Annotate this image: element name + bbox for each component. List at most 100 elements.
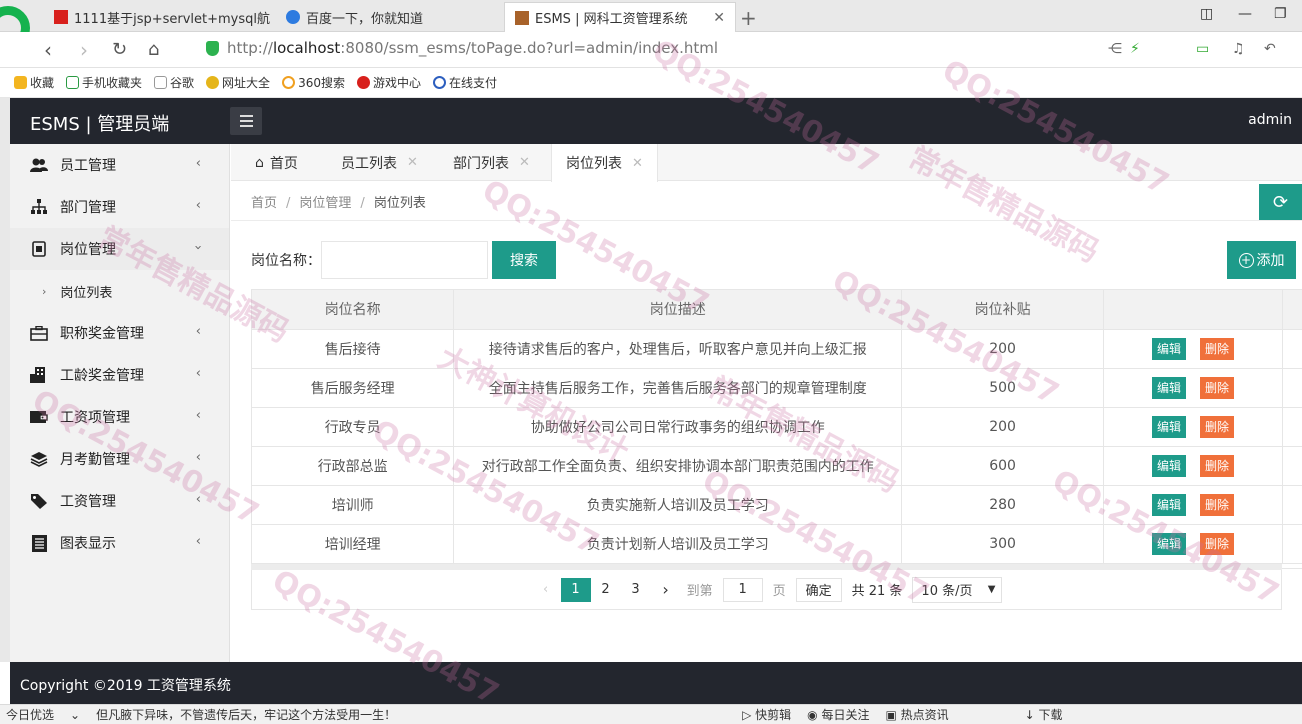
edit-button[interactable]: 编辑 [1152,493,1187,516]
close-tab-icon[interactable]: ✕ [703,10,725,26]
current-user[interactable]: admin [1248,112,1292,128]
forward-icon[interactable]: › [80,38,88,62]
cell-position-description: 对行政部工作全面负责、组织安排协调本部门职责范围内的工作 [453,446,903,486]
sidebar: 员工管理 ‹ 部门管理 ‹ 岗位管理 ‹ › 岗位列表 职称奖金管理 ‹ 工龄奖… [10,144,230,662]
chevron-left-icon: ‹ [195,198,201,213]
edit-button[interactable]: 编辑 [1152,532,1187,555]
chevron-right-icon: › [42,284,47,298]
status-news[interactable]: 但凡腋下异味，不管遗传后天，牢记这个方法受用一生！ [96,706,396,723]
bookmark-hao[interactable]: 网址大全 [206,74,270,91]
status-clip[interactable]: ▷ 快剪辑 [742,706,791,723]
new-tab-button[interactable]: + [740,6,757,30]
bookmark-360[interactable]: 360搜索 [282,74,345,91]
refresh-button[interactable]: ⟳ [1259,184,1302,220]
delete-button[interactable]: 删除 [1200,532,1235,555]
baidu-icon [286,10,300,24]
delete-button[interactable]: 删除 [1200,493,1235,516]
undo-icon[interactable]: ↶ [1264,41,1276,57]
battery-icon[interactable]: ▭ [1196,41,1209,57]
close-icon[interactable]: ✕ [632,156,643,171]
position-name-input[interactable] [321,241,488,279]
status-recommend[interactable]: 今日优选 [6,706,54,723]
goto-confirm-button[interactable]: 确定 [795,577,842,602]
page-button-1[interactable]: 1 [560,577,591,602]
browser-tab-1[interactable]: 1111基于jsp+servlet+mysql航 [44,2,272,32]
browser-tab-title: 百度一下，你就知道 [306,11,424,27]
cell-filler [1282,407,1302,447]
edit-button[interactable]: 编辑 [1152,376,1187,399]
sidebar-item-attendance[interactable]: 月考勤管理 ‹ [10,438,229,480]
status-hot[interactable]: ▣ 热点资讯 [885,706,948,723]
share-icon[interactable]: ⋲ [1108,41,1122,57]
sidebar-item-department[interactable]: 部门管理 ‹ [10,186,229,228]
maximize-button[interactable]: ❐ [1274,6,1287,22]
edit-button[interactable]: 编辑 [1152,337,1187,360]
star-icon [14,76,27,89]
sidebar-item-position[interactable]: 岗位管理 ‹ [10,228,229,270]
tab-department-list[interactable]: 部门列表 ✕ [439,144,544,181]
cell-position-description: 负责计划新人培训及员工学习 [453,524,903,564]
delete-button[interactable]: 删除 [1200,337,1235,360]
sidebar-item-salary[interactable]: 工资管理 ‹ [10,480,229,522]
sidebar-item-label: 岗位管理 [60,242,116,258]
reload-icon[interactable]: ↻ [112,39,127,60]
lightning-icon[interactable]: ⚡ [1130,41,1140,57]
delete-button[interactable]: 删除 [1200,415,1235,438]
app-footer: Copyright ©2019 工资管理系统 [10,662,1302,704]
bookmark-favorites[interactable]: 收藏 [14,74,54,91]
minimize-button[interactable]: — [1238,6,1252,22]
page-size-select[interactable]: 10 条/页 ▼ [912,576,1003,603]
breadcrumb-home[interactable]: 首页 [251,196,277,211]
headphones-icon[interactable]: ♫ [1232,41,1245,57]
edit-button[interactable]: 编辑 [1152,454,1187,477]
prev-page-icon[interactable]: ‹ [531,578,561,602]
status-daily[interactable]: ◉ 每日关注 [807,706,869,723]
search-button[interactable]: 搜索 [492,241,556,279]
close-icon[interactable]: ✕ [407,155,418,170]
menu-toggle-icon[interactable] [230,107,262,135]
cell-position-name: 售后服务经理 [252,368,455,408]
cell-filler [1282,368,1302,408]
edit-button[interactable]: 编辑 [1152,415,1187,438]
sidebar-item-salary-items[interactable]: 工资项管理 ‹ [10,396,229,438]
close-icon[interactable]: ✕ [519,155,530,170]
browser-tab-2[interactable]: 百度一下，你就知道 [276,2,504,32]
tab-home[interactable]: ⌂ 首页 [241,144,312,181]
page-size-value: 10 条/页 [921,584,973,599]
cell-actions: 编辑 删除 [1103,485,1283,525]
tab-employee-list[interactable]: 员工列表 ✕ [327,144,432,181]
table-row: 行政部总监 对行政部工作全面负责、组织安排协调本部门职责范围内的工作 600 编辑 删除 [252,446,1302,486]
delete-button[interactable]: 删除 [1200,454,1235,477]
goto-page-input[interactable]: 1 [722,577,763,602]
page-button-3[interactable]: 3 [621,578,651,602]
status-download[interactable]: ↓ 下载 [1025,706,1063,723]
breadcrumb-parent[interactable]: 岗位管理 [299,196,351,211]
back-icon[interactable]: ‹ [44,38,52,62]
sidebar-item-charts[interactable]: 图表显示 ‹ [10,522,229,564]
add-button[interactable]: + 添加 [1227,241,1296,279]
next-page-icon[interactable]: › [651,578,681,602]
url-field[interactable]: http://localhost:8080/ssm_esms/toPage.do… [206,39,718,57]
position-table: 岗位名称 岗位描述 岗位补贴 售后接待 接待请求售后的客户，处理售后，听取客户意见… [251,289,1302,569]
shirt-icon[interactable]: ◫ [1200,6,1213,22]
cell-position-subsidy: 500 [901,368,1105,408]
cell-position-name: 行政专员 [252,407,455,447]
home-icon[interactable]: ⌂ [148,39,159,60]
page-icon [154,76,168,89]
page-button-2[interactable]: 2 [591,578,621,602]
delete-button[interactable]: 删除 [1200,376,1235,399]
tab-position-list[interactable]: 岗位列表 ✕ [551,144,658,182]
sidebar-item-title-bonus[interactable]: 职称奖金管理 ‹ [10,312,229,354]
cell-actions: 编辑 删除 [1103,368,1283,408]
bookmark-game[interactable]: 游戏中心 [356,74,421,91]
bookmark-mobile[interactable]: 手机收藏夹 [66,74,142,91]
sidebar-item-seniority-bonus[interactable]: 工龄奖金管理 ‹ [10,354,229,396]
browser-tab-3-active[interactable]: ESMS | 网科工资管理系统 ✕ [504,2,736,32]
main-content: ⌂ 首页 员工列表 ✕ 部门列表 ✕ 岗位列表 ✕ 首页 / 岗位管理 / 岗位列表 ⟳… [231,144,1302,662]
sidebar-item-employee[interactable]: 员工管理 ‹ [10,144,229,186]
add-button-label: 添加 [1256,253,1285,269]
bookmark-pay[interactable]: 在线支付 [432,74,497,91]
phone-icon [66,76,80,89]
bookmark-google[interactable]: 谷歌 [154,74,194,91]
sidebar-subitem-position-list[interactable]: › 岗位列表 [10,270,229,312]
